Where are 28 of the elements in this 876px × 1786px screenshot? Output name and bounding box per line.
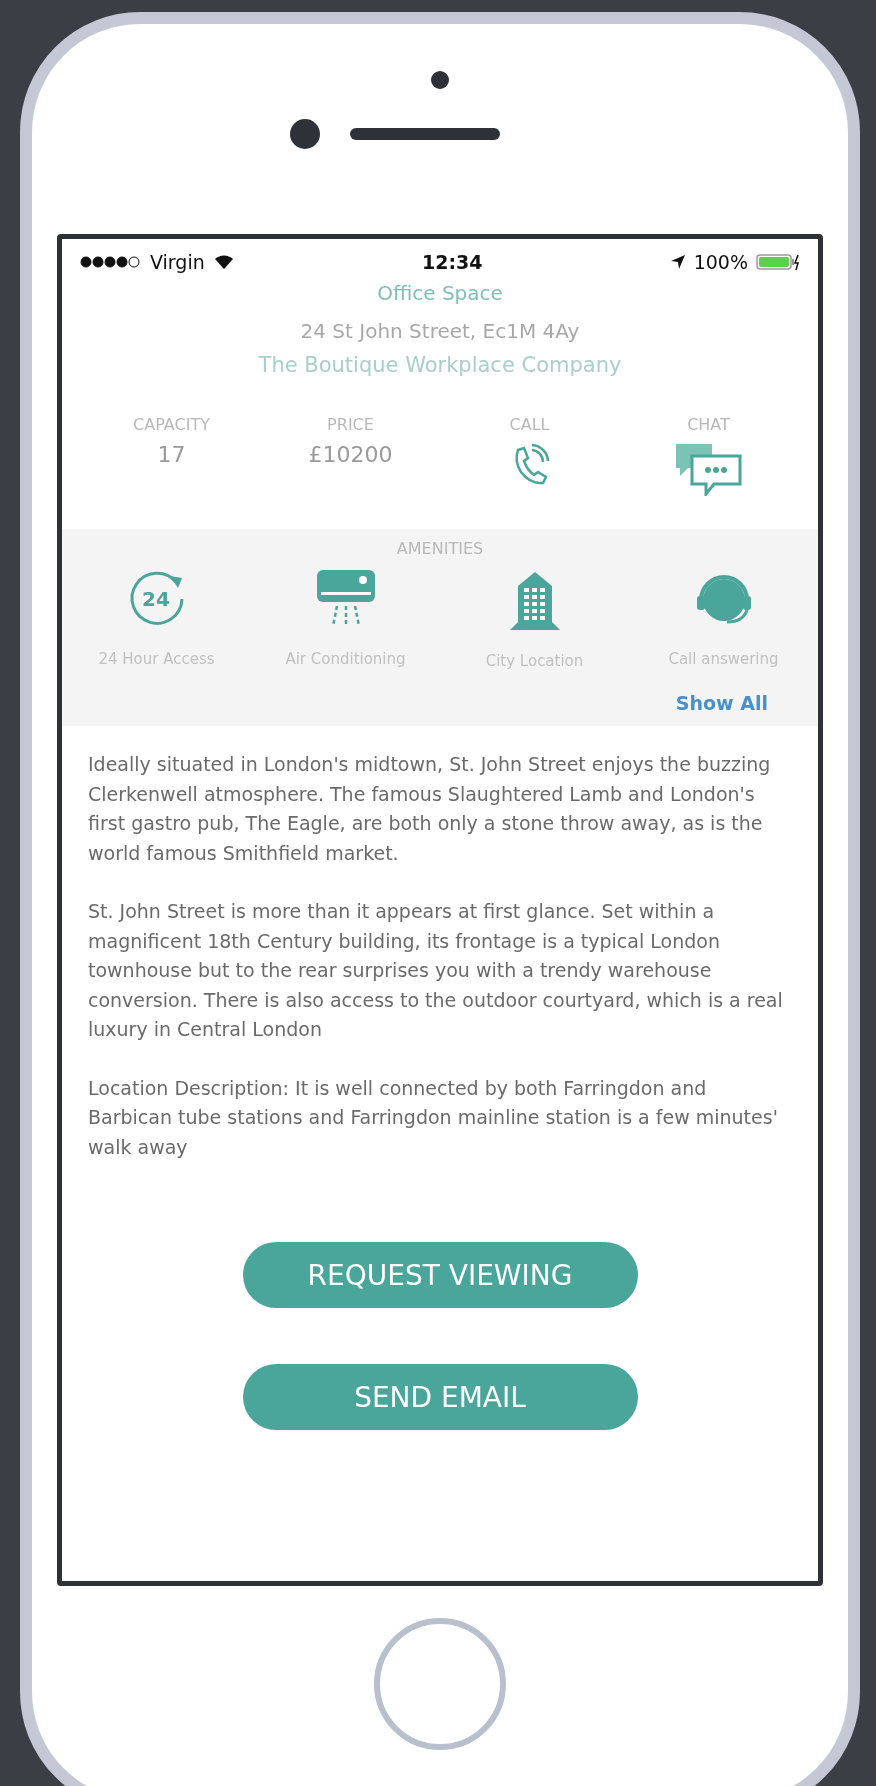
company-name: The Boutique Workplace Company <box>257 353 623 377</box>
description-paragraph: Location Description: It is well connected by both Farringdon and Barbican tube stations and Farringdon mainline station is a few minutes' walk away <box>88 1075 779 1160</box>
description-paragraph: Ideally situated in London's midtown, St. John Street enjoys the buzzing Clerkenwell atmosphere. The famous Slaughtered Lamb and London's first gastro pub, The Eagle, are both only a stone throw away, as is the world famous Smithfield market. <box>88 752 772 866</box>
chat-icon <box>673 442 744 496</box>
stat-value: £10200 <box>308 442 393 467</box>
stat-label: CAPACITY <box>133 415 210 434</box>
speaker-icon <box>350 128 500 140</box>
stat-value: 17 <box>157 442 186 467</box>
stat-label: CALL <box>509 415 550 434</box>
signal-icon <box>80 256 142 268</box>
show-all-link[interactable]: Show All <box>675 692 768 714</box>
location-arrow-icon <box>669 254 686 270</box>
home-button[interactable] <box>374 1618 506 1750</box>
battery-icon <box>756 253 800 271</box>
request-viewing-button[interactable]: REQUEST VIEWING <box>242 1242 638 1308</box>
camera-icon <box>431 71 449 89</box>
camera-icon <box>290 119 320 149</box>
stat-label: PRICE <box>327 415 374 434</box>
wifi-icon <box>212 254 235 270</box>
address: 24 St John Street, Ec1M 4Ay <box>299 319 581 343</box>
carrier-name: Virgin <box>150 251 205 273</box>
send-email-button[interactable]: SEND EMAIL <box>242 1364 638 1430</box>
battery-percentage: 100% <box>693 251 748 273</box>
status-time: 12:34 <box>421 251 483 273</box>
section-heading: AMENITIES <box>395 539 485 558</box>
description-paragraph: St. John Street is more than it appears at first glance. Set within a magnificent 18th Century building, its frontage is a typical London townhouse but to the rear surprises you with a trendy warehouse conversion. There is also access to the outdoor courtyard, which is a real luxury in Central London <box>88 899 784 1042</box>
screen-title: Office Space <box>376 281 504 305</box>
stat-label: CHAT <box>687 415 730 434</box>
